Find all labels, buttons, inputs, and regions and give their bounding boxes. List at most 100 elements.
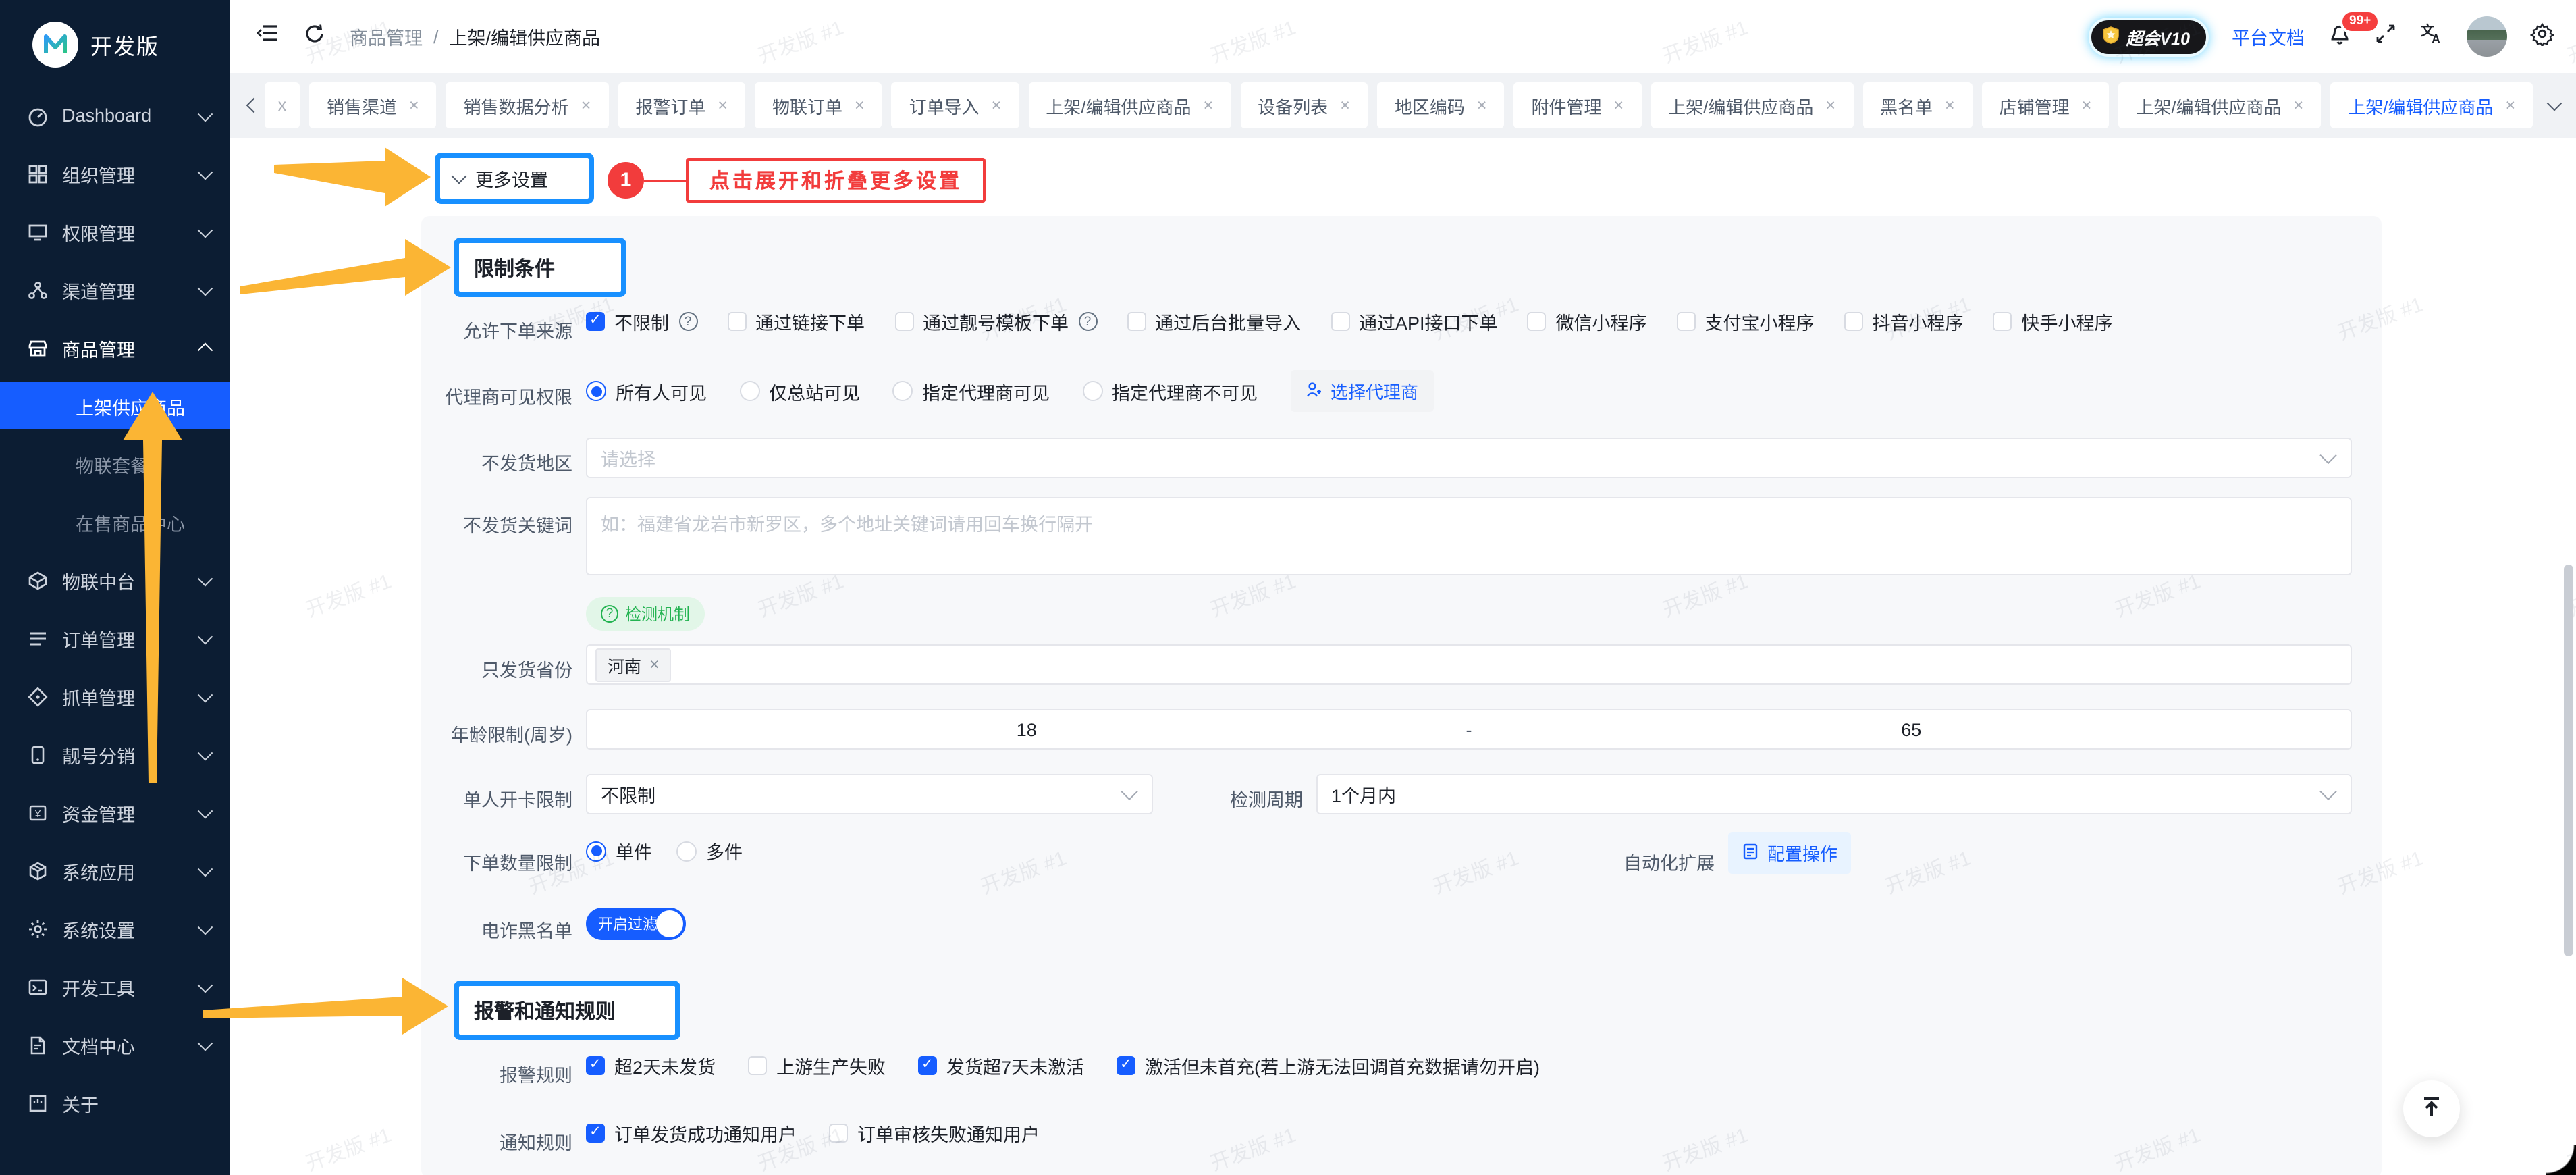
tab-region-code[interactable]: 地区编码× xyxy=(1377,82,1505,128)
radio-icon[interactable] xyxy=(586,841,606,861)
radio-visible-all[interactable]: 所有人可见 xyxy=(586,377,707,404)
checkbox-icon[interactable] xyxy=(918,1056,937,1075)
more-settings-toggle[interactable]: 更多设置 xyxy=(435,153,594,204)
clipped-tab[interactable]: x xyxy=(265,82,300,128)
checkbox-link-order[interactable]: 通过链接下单 xyxy=(727,308,865,335)
radio-specified-invisible[interactable]: 指定代理商不可见 xyxy=(1082,377,1258,404)
close-icon[interactable]: × xyxy=(581,96,591,115)
tab-edit-supply-product-1[interactable]: 上架/编辑供应商品× xyxy=(1028,82,1231,128)
tabs-scroll-left-button[interactable] xyxy=(243,100,265,111)
no-ship-region-select[interactable]: 请选择 xyxy=(586,438,2352,478)
avatar[interactable] xyxy=(2467,16,2507,57)
close-icon[interactable]: × xyxy=(2294,96,2304,115)
close-icon[interactable]: × xyxy=(855,96,865,115)
vip-badge[interactable]: 超会V10 xyxy=(2089,17,2209,56)
checkbox-icon[interactable] xyxy=(1528,312,1547,331)
age-max-input[interactable] xyxy=(1472,718,2351,741)
sidebar-item-permission[interactable]: 权限管理 xyxy=(0,203,230,261)
radio-icon[interactable] xyxy=(1082,381,1102,401)
age-min-input[interactable] xyxy=(587,718,1466,741)
sidebar-item-system-apps[interactable]: 系统应用 xyxy=(0,841,230,899)
checkbox-template-order[interactable]: 通过靓号模板下单? xyxy=(894,308,1097,335)
back-to-top-button[interactable] xyxy=(2403,1080,2460,1137)
sidebar-item-about[interactable]: 关于 xyxy=(0,1074,230,1132)
tab-edit-supply-product-2[interactable]: 上架/编辑供应商品× xyxy=(1651,82,1853,128)
checkbox-icon[interactable] xyxy=(1331,312,1349,331)
checkbox-icon[interactable] xyxy=(1117,1056,1135,1075)
sidebar-item-org[interactable]: 组织管理 xyxy=(0,145,230,203)
checkbox-douyin-mini[interactable]: 抖音小程序 xyxy=(1844,308,1964,335)
checkbox-over-2days-unshipped[interactable]: 超2天未发货 xyxy=(586,1052,716,1079)
tab-attachment-management[interactable]: 附件管理× xyxy=(1513,82,1641,128)
checkbox-audit-fail-notify[interactable]: 订单审核失败通知用户 xyxy=(829,1120,1040,1147)
platform-docs-link[interactable]: 平台文档 xyxy=(2232,23,2305,50)
radio-hq-only[interactable]: 仅总站可见 xyxy=(739,377,860,404)
tab-sales-analysis[interactable]: 销售数据分析× xyxy=(446,82,609,128)
tab-device-list[interactable]: 设备列表× xyxy=(1240,82,1368,128)
sidebar-item-number-distribution[interactable]: 靓号分销 xyxy=(0,725,230,783)
close-icon[interactable]: x xyxy=(278,96,287,115)
help-icon[interactable]: ? xyxy=(1078,312,1097,331)
fraud-filter-toggle[interactable]: 开启过滤 xyxy=(586,908,686,940)
checkbox-7days-not-activated[interactable]: 发货超7天未激活 xyxy=(918,1052,1084,1079)
sidebar-item-iot-platform[interactable]: 物联中台 xyxy=(0,551,230,609)
checkbox-batch-import[interactable]: 通过后台批量导入 xyxy=(1127,308,1301,335)
checkbox-upstream-fail[interactable]: 上游生产失败 xyxy=(748,1052,886,1079)
configure-actions-button[interactable]: 配置操作 xyxy=(1728,832,1851,874)
checkbox-alipay-mini[interactable]: 支付宝小程序 xyxy=(1677,308,1815,335)
sidebar-item-dev-tools[interactable]: 开发工具 xyxy=(0,958,230,1016)
tabs-dropdown-button[interactable] xyxy=(2544,100,2565,111)
close-icon[interactable]: × xyxy=(1614,96,1624,115)
sidebar-item-channel[interactable]: 渠道管理 xyxy=(0,261,230,319)
radio-single-item[interactable]: 单件 xyxy=(586,837,652,864)
checkbox-ship-success-notify[interactable]: 订单发货成功通知用户 xyxy=(586,1120,797,1147)
help-icon[interactable]: ? xyxy=(678,312,697,331)
sidebar-item-grab-order[interactable]: 抓单管理 xyxy=(0,667,230,725)
notifications-button[interactable]: 99+ xyxy=(2328,21,2352,52)
tab-edit-supply-product-active[interactable]: 上架/编辑供应商品× xyxy=(2330,82,2533,128)
checkbox-no-limit[interactable]: 不限制? xyxy=(586,308,697,335)
ship-province-input[interactable]: 河南× xyxy=(586,644,2352,685)
sidebar-item-system-settings[interactable]: 系统设置 xyxy=(0,899,230,958)
tab-shop-management[interactable]: 店铺管理× xyxy=(1982,82,2110,128)
select-agent-button[interactable]: 选择代理商 xyxy=(1290,370,1433,412)
radio-multi-item[interactable]: 多件 xyxy=(676,837,743,864)
checkbox-icon[interactable] xyxy=(748,1056,767,1075)
sidebar-item-product[interactable]: 商品管理 xyxy=(0,319,230,377)
radio-icon[interactable] xyxy=(739,381,759,401)
close-icon[interactable]: × xyxy=(1477,96,1487,115)
checkbox-icon[interactable] xyxy=(727,312,746,331)
radio-icon[interactable] xyxy=(586,381,606,401)
checkbox-icon[interactable] xyxy=(1677,312,1696,331)
sidebar-item-onsale-center[interactable]: 在售商品中心 xyxy=(0,493,230,551)
settings-gear-icon[interactable] xyxy=(2530,21,2554,52)
checkbox-icon[interactable] xyxy=(1844,312,1863,331)
close-icon[interactable]: × xyxy=(1825,96,1835,115)
close-icon[interactable]: × xyxy=(992,96,1002,115)
tab-order-import[interactable]: 订单导入× xyxy=(892,82,1019,128)
sidebar-item-order[interactable]: 订单管理 xyxy=(0,609,230,667)
detection-mechanism-tag[interactable]: ? 检测机制 xyxy=(586,597,705,631)
no-ship-keywords-textarea[interactable] xyxy=(586,497,2352,575)
checkbox-icon[interactable] xyxy=(1993,312,2012,331)
checkbox-icon[interactable] xyxy=(586,1056,605,1075)
checkbox-kuaishou-mini[interactable]: 快手小程序 xyxy=(1993,308,2113,335)
refresh-icon[interactable] xyxy=(304,22,325,51)
checkbox-wechat-mini[interactable]: 微信小程序 xyxy=(1528,308,1647,335)
tab-blacklist[interactable]: 黑名单× xyxy=(1862,82,1973,128)
breadcrumb-parent[interactable]: 商品管理 xyxy=(350,23,423,50)
close-icon[interactable]: × xyxy=(2082,96,2092,115)
sidebar-item-docs-center[interactable]: 文档中心 xyxy=(0,1016,230,1074)
close-icon[interactable]: × xyxy=(718,96,728,115)
sidebar-item-dashboard[interactable]: Dashboard xyxy=(0,86,230,145)
radio-icon[interactable] xyxy=(676,841,697,861)
tab-iot-orders[interactable]: 物联订单× xyxy=(755,82,882,128)
collapse-sidebar-icon[interactable] xyxy=(257,22,279,51)
close-icon[interactable]: × xyxy=(1204,96,1214,115)
close-icon[interactable]: × xyxy=(2505,96,2515,115)
vertical-scrollbar[interactable] xyxy=(2564,565,2573,956)
radio-specified-visible[interactable]: 指定代理商可见 xyxy=(892,377,1050,404)
close-icon[interactable]: × xyxy=(649,655,660,674)
checkbox-api-order[interactable]: 通过API接口下单 xyxy=(1331,308,1498,335)
check-cycle-select[interactable]: 1个月内 xyxy=(1316,774,2352,814)
